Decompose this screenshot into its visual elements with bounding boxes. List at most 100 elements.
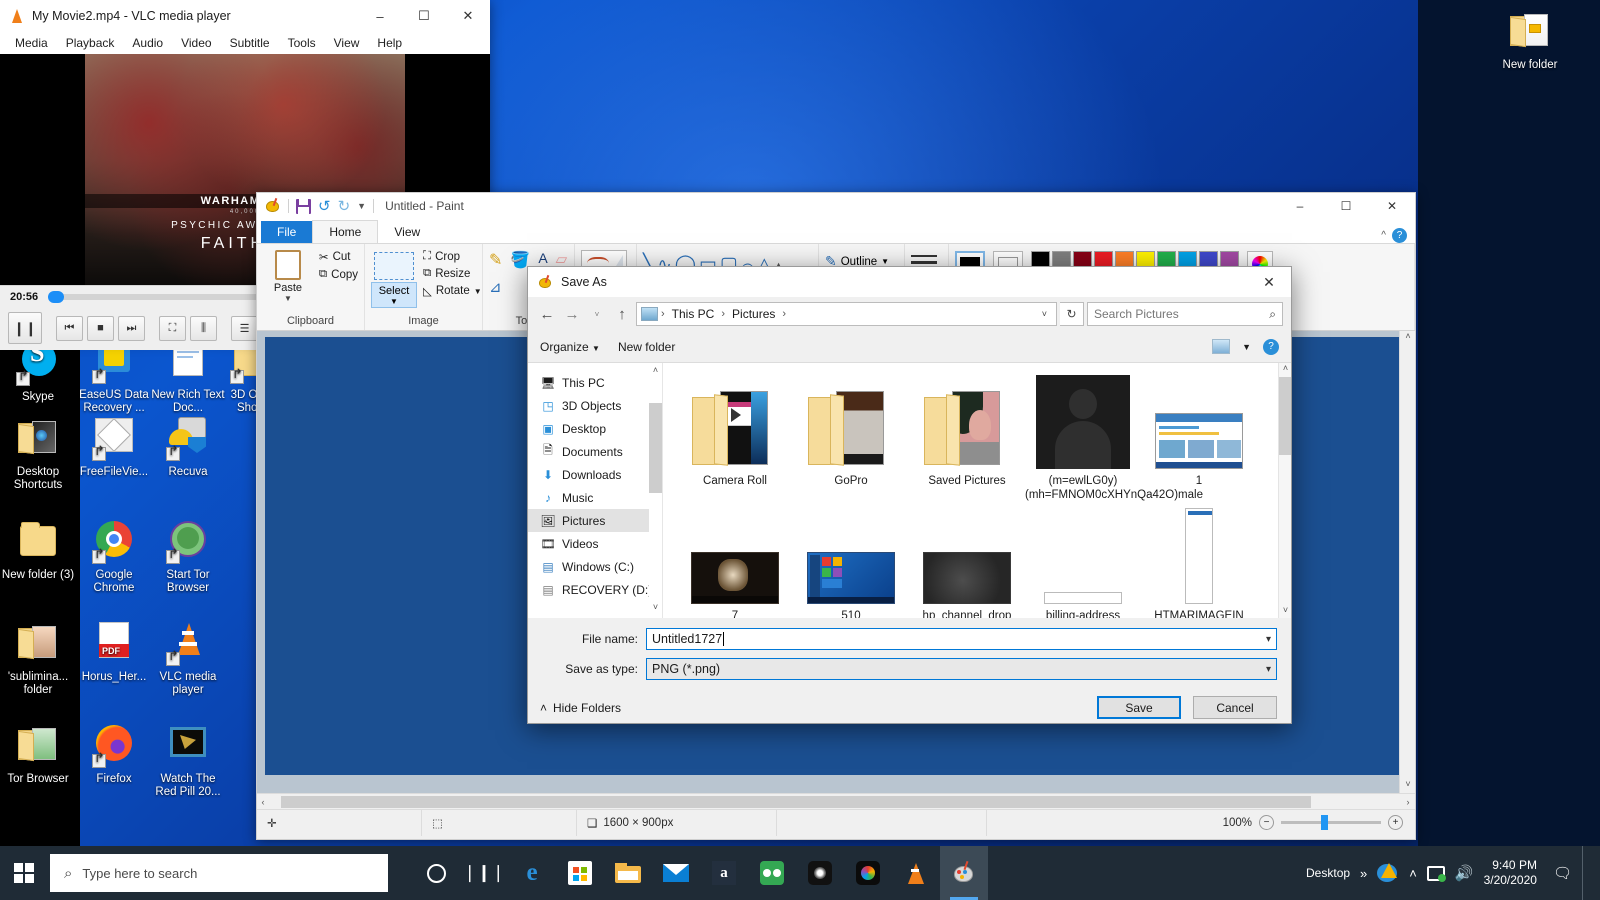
file-item-gopro[interactable]: GoPro [793, 373, 909, 502]
paint-quick-access-toolbar[interactable]: ↺ ↻ ▼ Untitled - Paint – ☐ ✕ [257, 193, 1415, 219]
zoom-slider[interactable] [1281, 815, 1381, 830]
show-desktop-button[interactable] [1582, 846, 1592, 900]
up-button[interactable]: ↑ [611, 302, 633, 326]
breadcrumb-pictures[interactable]: Pictures [728, 306, 779, 322]
paint-window-controls[interactable]: – ☐ ✕ [1277, 193, 1415, 219]
stop-button[interactable]: ■ [87, 315, 114, 341]
nav-item-videos[interactable]: 🎞 Videos [528, 532, 662, 555]
scroll-up-icon[interactable]: ˄ [1279, 363, 1291, 376]
pause-button[interactable]: ❙❙ [8, 312, 42, 344]
paint-zoom-controls[interactable]: 100% − + [1223, 815, 1415, 830]
desktop-icon-watch-the-red-pill[interactable]: Watch The Red Pill 20... [150, 722, 226, 799]
tab-file[interactable]: File [261, 221, 313, 243]
nav-item-desktop[interactable]: ▣ Desktop [528, 417, 662, 440]
desktop-icon-google-chrome[interactable]: Google Chrome [76, 518, 152, 595]
outline-chevron-down-icon[interactable]: ▼ [881, 257, 889, 266]
ribbon-collapse-icon[interactable]: ^ [1381, 230, 1386, 241]
file-scroll-thumb[interactable] [1279, 377, 1291, 455]
view-mode-chevron-down-icon[interactable]: ▼ [1242, 342, 1251, 352]
copy-button[interactable]: ⧉ Copy [319, 268, 358, 281]
desktop-icon-firefox[interactable]: Firefox [76, 722, 152, 786]
scroll-left-icon[interactable]: ‹ [257, 797, 269, 807]
desktop-icon-freefileviewer[interactable]: FreeFileVie... [76, 415, 152, 479]
recent-locations-icon[interactable]: ˅ [586, 302, 608, 326]
obs-icon[interactable] [796, 846, 844, 900]
hide-folders-button[interactable]: ˄ Hide Folders [540, 701, 621, 715]
pencil-icon[interactable]: ✎ [489, 250, 502, 270]
file-item-male-avatar[interactable]: (m=ewlLG0y)(mh=FMNOM0cXHYnQa42O)male [1025, 373, 1203, 502]
dialog-buttons[interactable]: Save Cancel [1097, 696, 1277, 719]
amazon-icon[interactable]: a [700, 846, 748, 900]
desktop-icon-vlc-media-player[interactable]: VLC media player [150, 620, 226, 697]
scroll-down-icon[interactable]: ˅ [1400, 779, 1415, 793]
file-item-htmarimagein[interactable]: HTMARIMAGEIN [1141, 508, 1257, 618]
color-picker-icon[interactable]: ⊿ [489, 278, 502, 296]
task-view-icon[interactable]: ❘❙❘ [460, 846, 508, 900]
warning-icon[interactable] [1377, 862, 1399, 884]
save-button[interactable]: Save [1097, 696, 1181, 719]
nav-item-documents[interactable]: 🗎 Documents [528, 440, 662, 463]
tab-view[interactable]: View [378, 221, 436, 243]
vlc-window-controls[interactable]: – ☐ ✕ [358, 0, 490, 32]
mail-icon[interactable] [652, 846, 700, 900]
hscroll-thumb[interactable] [281, 795, 1311, 808]
minimize-button[interactable]: – [1277, 193, 1323, 219]
cancel-button[interactable]: Cancel [1193, 696, 1277, 719]
tab-home[interactable]: Home [312, 220, 379, 243]
start-button[interactable] [0, 846, 48, 900]
scroll-up-icon[interactable]: ˄ [649, 365, 662, 379]
vlc-seek-knob[interactable] [48, 291, 65, 303]
file-name-dropdown-icon[interactable]: ▾ [1266, 634, 1271, 645]
save-as-titlebar[interactable]: Save As ✕ [528, 267, 1291, 297]
menu-help[interactable]: Help [368, 34, 411, 52]
nav-scroll-thumb[interactable] [649, 403, 662, 493]
menu-playback[interactable]: Playback [57, 34, 124, 52]
save-as-type-select[interactable]: PNG (*.png) ▾ [646, 658, 1277, 680]
menu-media[interactable]: Media [6, 34, 57, 52]
file-list-scrollbar[interactable]: ˄ ˅ [1278, 363, 1291, 618]
new-folder-button[interactable]: New folder [618, 340, 675, 354]
undo-icon[interactable]: ↺ [318, 197, 331, 215]
crop-button[interactable]: ⛶ Crop [423, 250, 482, 263]
file-name-row[interactable]: File name: Untitled1727 ▾ [528, 628, 1291, 650]
file-explorer-icon[interactable] [604, 846, 652, 900]
volume-icon[interactable]: 🔊 [1455, 864, 1474, 882]
taskbar-icons[interactable]: ❘❙❘ e a [412, 846, 988, 900]
menu-subtitle[interactable]: Subtitle [221, 34, 279, 52]
file-name-input[interactable]: Untitled1727 ▾ [646, 628, 1277, 650]
breadcrumb-dropdown-icon[interactable]: ˅ [1037, 309, 1052, 319]
save-as-toolbar[interactable]: Organize ▼ New folder ▼ ? [528, 331, 1291, 363]
save-as-dialog[interactable]: Save As ✕ ← → ˅ ↑ › This PC › Pictures ›… [527, 266, 1292, 724]
desktop-peek-label[interactable]: Desktop [1306, 866, 1350, 880]
fullscreen-button[interactable]: ⛶ [159, 315, 186, 341]
nav-item-3d-objects[interactable]: ◳ 3D Objects [528, 394, 662, 417]
canvas-horizontal-scrollbar[interactable]: ‹ › [257, 793, 1415, 809]
resize-button[interactable]: ⧉ Resize [423, 267, 482, 280]
file-grid[interactable]: Camera Roll GoPro Saved Pictures (m=ewlL… [663, 363, 1291, 618]
previous-button[interactable]: ⏮ [56, 315, 83, 341]
zoom-slider-knob[interactable] [1321, 815, 1328, 830]
save-as-navigation-bar[interactable]: ← → ˅ ↑ › This PC › Pictures › ˅ ↻ Searc… [528, 297, 1291, 331]
scroll-up-icon[interactable]: ˄ [1400, 331, 1415, 345]
refresh-button[interactable]: ↻ [1060, 302, 1084, 326]
tray-chevron-up-icon[interactable]: ˄ [1409, 866, 1417, 881]
save-as-type-row[interactable]: Save as type: PNG (*.png) ▾ [528, 658, 1291, 680]
desktop-icon-new-folder-3[interactable]: New folder (3) [0, 518, 76, 582]
desktop-icon-subliminal-folder[interactable]: 'sublimina... folder [0, 620, 76, 697]
breadcrumb[interactable]: › This PC › Pictures › ˅ [636, 302, 1057, 326]
save-as-body[interactable]: 🖥 This PC ◳ 3D Objects ▣ Desktop 🗎 Documents… [528, 363, 1291, 618]
save-as-type-dropdown-icon[interactable]: ▾ [1266, 664, 1271, 675]
desktop-icon-start-tor-browser[interactable]: Start Tor Browser [150, 518, 226, 595]
select-rect-icon[interactable] [374, 252, 414, 280]
taskbar[interactable]: ⌕ Type here to search ❘❙❘ e a Desktop » … [0, 846, 1600, 900]
vlc-icon[interactable] [892, 846, 940, 900]
desktop-icon-new-folder[interactable]: New folder [1492, 8, 1568, 72]
nav-item-pictures[interactable]: 🖼 Pictures [528, 509, 662, 532]
desktop-icon-desktop-shortcuts[interactable]: Desktop Shortcuts [0, 415, 76, 492]
file-item-7[interactable]: 7 [677, 508, 793, 618]
taskbar-search-input[interactable]: ⌕ Type here to search [50, 854, 388, 892]
desktop-icon-horus-heresy-pdf[interactable]: PDF Horus_Her... [76, 620, 152, 684]
cortana-icon[interactable] [412, 846, 460, 900]
back-button[interactable]: ← [536, 302, 558, 326]
nav-item-recovery-d[interactable]: ▤ RECOVERY (D:) [528, 578, 662, 601]
